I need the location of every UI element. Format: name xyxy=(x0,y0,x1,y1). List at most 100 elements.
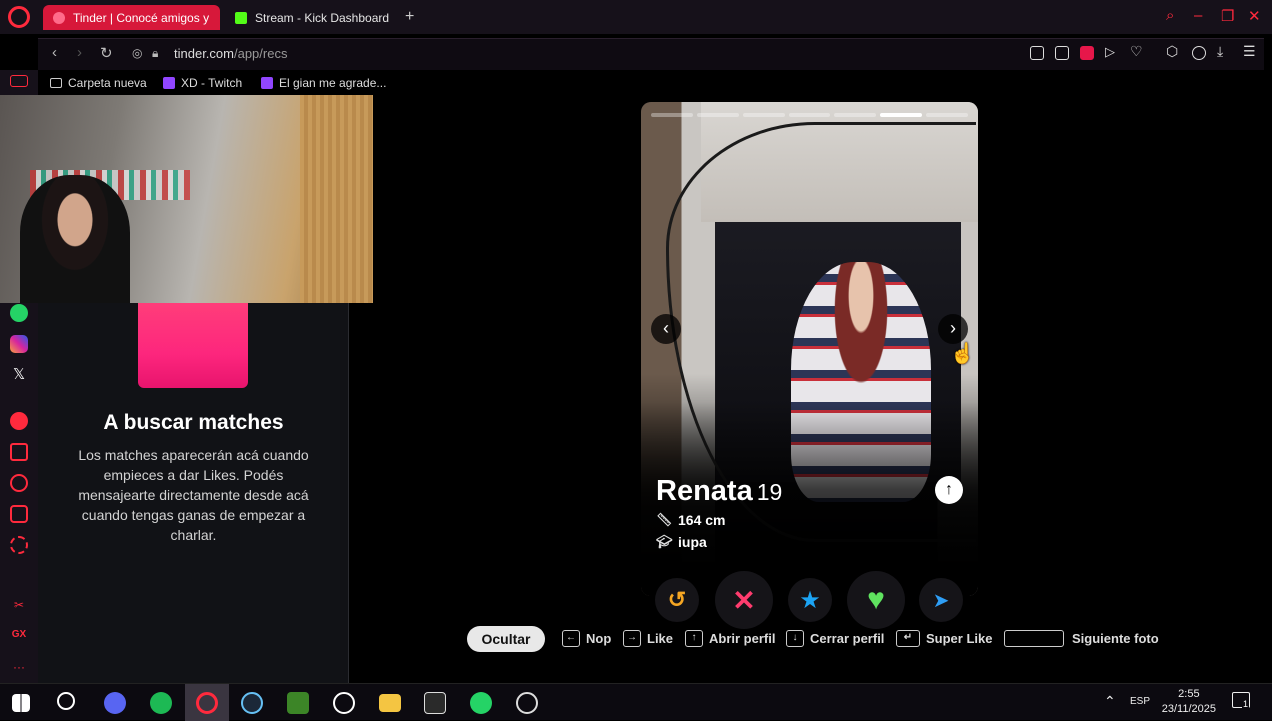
right-arrow-key-icon: → xyxy=(623,630,641,647)
bookmarks-bar: Carpeta nueva XD - Twitch El gian me agr… xyxy=(38,73,1264,95)
tray-chevron-icon[interactable]: ⌃ xyxy=(1104,693,1116,710)
search-icon[interactable]: ⌕ xyxy=(1166,7,1174,24)
extensions-icon[interactable]: ⬡ xyxy=(1166,43,1180,59)
play-icon[interactable]: ▷ xyxy=(1105,44,1119,59)
profile-icon[interactable] xyxy=(1192,46,1206,60)
webcam-overlay xyxy=(0,95,373,303)
photo-progress-segment[interactable] xyxy=(834,113,877,117)
pin-icon[interactable] xyxy=(1030,46,1044,60)
like-button[interactable]: ♥ xyxy=(847,571,905,629)
x-twitter-icon[interactable]: 𝕏 xyxy=(10,366,28,384)
minecraft-icon[interactable] xyxy=(287,692,309,714)
photo-progress-segment[interactable] xyxy=(880,113,923,117)
space-key-icon xyxy=(1004,630,1064,647)
restore-icon[interactable]: ❐ xyxy=(1221,7,1234,25)
steam-icon[interactable] xyxy=(241,692,263,714)
snapshot-icon[interactable] xyxy=(1055,46,1069,60)
tab-label: Tinder | Conocé amigos y xyxy=(73,10,210,25)
opera-logo-icon[interactable] xyxy=(8,6,30,28)
profile-height: 📏︎ 164 cm xyxy=(656,512,725,528)
bookmark-item[interactable]: XD - Twitch xyxy=(163,76,242,90)
hide-shortcuts-button[interactable]: Ocultar xyxy=(467,626,545,652)
bookmark-folder[interactable]: Carpeta nueva xyxy=(50,76,147,90)
boost-button[interactable]: ➤ xyxy=(919,578,963,622)
folder-icon xyxy=(50,78,62,88)
bookmark-label: XD - Twitch xyxy=(181,76,243,90)
matches-placeholder-card xyxy=(138,303,248,388)
pin-sidebar-icon[interactable] xyxy=(10,443,28,461)
rewind-button[interactable]: ↺ xyxy=(655,578,699,622)
file-explorer-icon[interactable] xyxy=(379,694,401,712)
extensions-sidebar-icon[interactable] xyxy=(10,505,28,523)
minimize-icon[interactable]: – xyxy=(1194,7,1202,24)
obs-icon[interactable] xyxy=(516,692,538,714)
clock[interactable]: 2:55 23/11/2025 xyxy=(1162,687,1216,717)
photo-progress-segment[interactable] xyxy=(742,113,785,117)
forward-icon[interactable]: › xyxy=(77,44,82,61)
pocket-icon[interactable] xyxy=(1080,46,1094,60)
search-taskbar-icon[interactable] xyxy=(57,692,75,710)
whatsapp-icon[interactable] xyxy=(10,304,28,322)
shortcut-close-profile: ↓ Cerrar perfil xyxy=(786,630,884,647)
kick-favicon-icon xyxy=(235,11,247,24)
ruler-icon: 📏︎ xyxy=(656,512,673,527)
super-like-button[interactable]: ★ xyxy=(788,578,832,622)
up-arrow-key-icon: ↑ xyxy=(685,630,703,647)
language-indicator[interactable]: ESP xyxy=(1130,696,1150,707)
shortcut-like: → Like xyxy=(623,630,673,647)
nope-button[interactable]: ✕ xyxy=(715,571,773,629)
shortcut-nope: ← Nop xyxy=(562,630,611,647)
download-icon[interactable]: ⤓ xyxy=(1217,43,1231,59)
xbox-icon[interactable] xyxy=(333,692,355,714)
bookmark-label: Carpeta nueva xyxy=(68,76,147,90)
url-host: tinder.com xyxy=(174,46,234,61)
twitch-icon xyxy=(163,77,175,89)
reload-icon[interactable]: ↻ xyxy=(100,44,113,62)
profile-card[interactable]: ‹ › Renata 19 ↑ 📏︎ 164 cm 🎓︎ iupa xyxy=(641,102,978,596)
mouse-cursor-icon: ☝ xyxy=(950,343,975,365)
shortcut-label: Nop xyxy=(586,631,612,646)
gx-mods-icon[interactable]: ✂ xyxy=(10,598,28,616)
clock-date: 23/11/2025 xyxy=(1161,703,1216,715)
taskbar: ⌃ ESP 2:55 23/11/2025 1 xyxy=(0,683,1272,721)
windows-start-icon[interactable] xyxy=(12,694,30,712)
heart-icon: ♥ xyxy=(867,583,885,616)
whatsapp-taskbar-icon[interactable] xyxy=(470,692,492,714)
gx-corner-icon[interactable] xyxy=(10,75,28,87)
star-icon: ★ xyxy=(799,586,821,614)
name-text: Renata xyxy=(656,475,753,507)
next-photo-icon[interactable]: › xyxy=(938,314,968,344)
heart-outline-icon[interactable]: ♡ xyxy=(1130,43,1144,59)
spotify-icon[interactable] xyxy=(150,692,172,714)
photo-progress-segment[interactable] xyxy=(651,113,693,117)
menu-icon[interactable]: ☰ xyxy=(1243,43,1257,59)
photo-progress-segment[interactable] xyxy=(788,113,831,117)
profile-school: 🎓︎ iupa xyxy=(656,534,707,550)
gx-control-icon[interactable]: GX xyxy=(10,629,28,647)
location-icon[interactable]: ◎ xyxy=(132,46,142,60)
music-icon[interactable] xyxy=(10,412,28,430)
open-profile-button[interactable]: ↑ xyxy=(935,476,963,504)
photo-progress-segment[interactable] xyxy=(696,113,739,117)
discord-icon[interactable] xyxy=(104,692,126,714)
tab-kick[interactable]: Stream - Kick Dashboard xyxy=(225,5,400,30)
opera-gx-taskbar-active[interactable] xyxy=(185,684,229,721)
url-path: /app/recs xyxy=(233,46,288,61)
lock-icon[interactable]: 🔒︎ xyxy=(152,46,158,61)
new-tab-button[interactable]: + xyxy=(405,8,414,26)
instagram-icon[interactable] xyxy=(10,335,28,353)
tab-tinder[interactable]: Tinder | Conocé amigos y xyxy=(43,5,220,30)
photo-progress-segment[interactable] xyxy=(926,113,968,117)
settings-icon[interactable] xyxy=(10,536,28,554)
bookmark-item[interactable]: El gian me agrade... xyxy=(261,76,386,90)
shortcut-label: Like xyxy=(647,631,674,646)
shortcut-label: Cerrar perfil xyxy=(810,631,885,646)
epic-games-icon[interactable] xyxy=(424,692,446,714)
url-field[interactable]: tinder.com/app/recs xyxy=(174,46,287,61)
prev-photo-icon[interactable]: ‹ xyxy=(651,314,681,344)
more-icon[interactable]: ··· xyxy=(10,660,28,678)
back-icon[interactable]: ‹ xyxy=(52,44,57,61)
history-icon[interactable] xyxy=(10,474,28,492)
notifications-icon[interactable]: 1 xyxy=(1232,692,1250,709)
close-icon[interactable]: ✕ xyxy=(1248,7,1261,25)
